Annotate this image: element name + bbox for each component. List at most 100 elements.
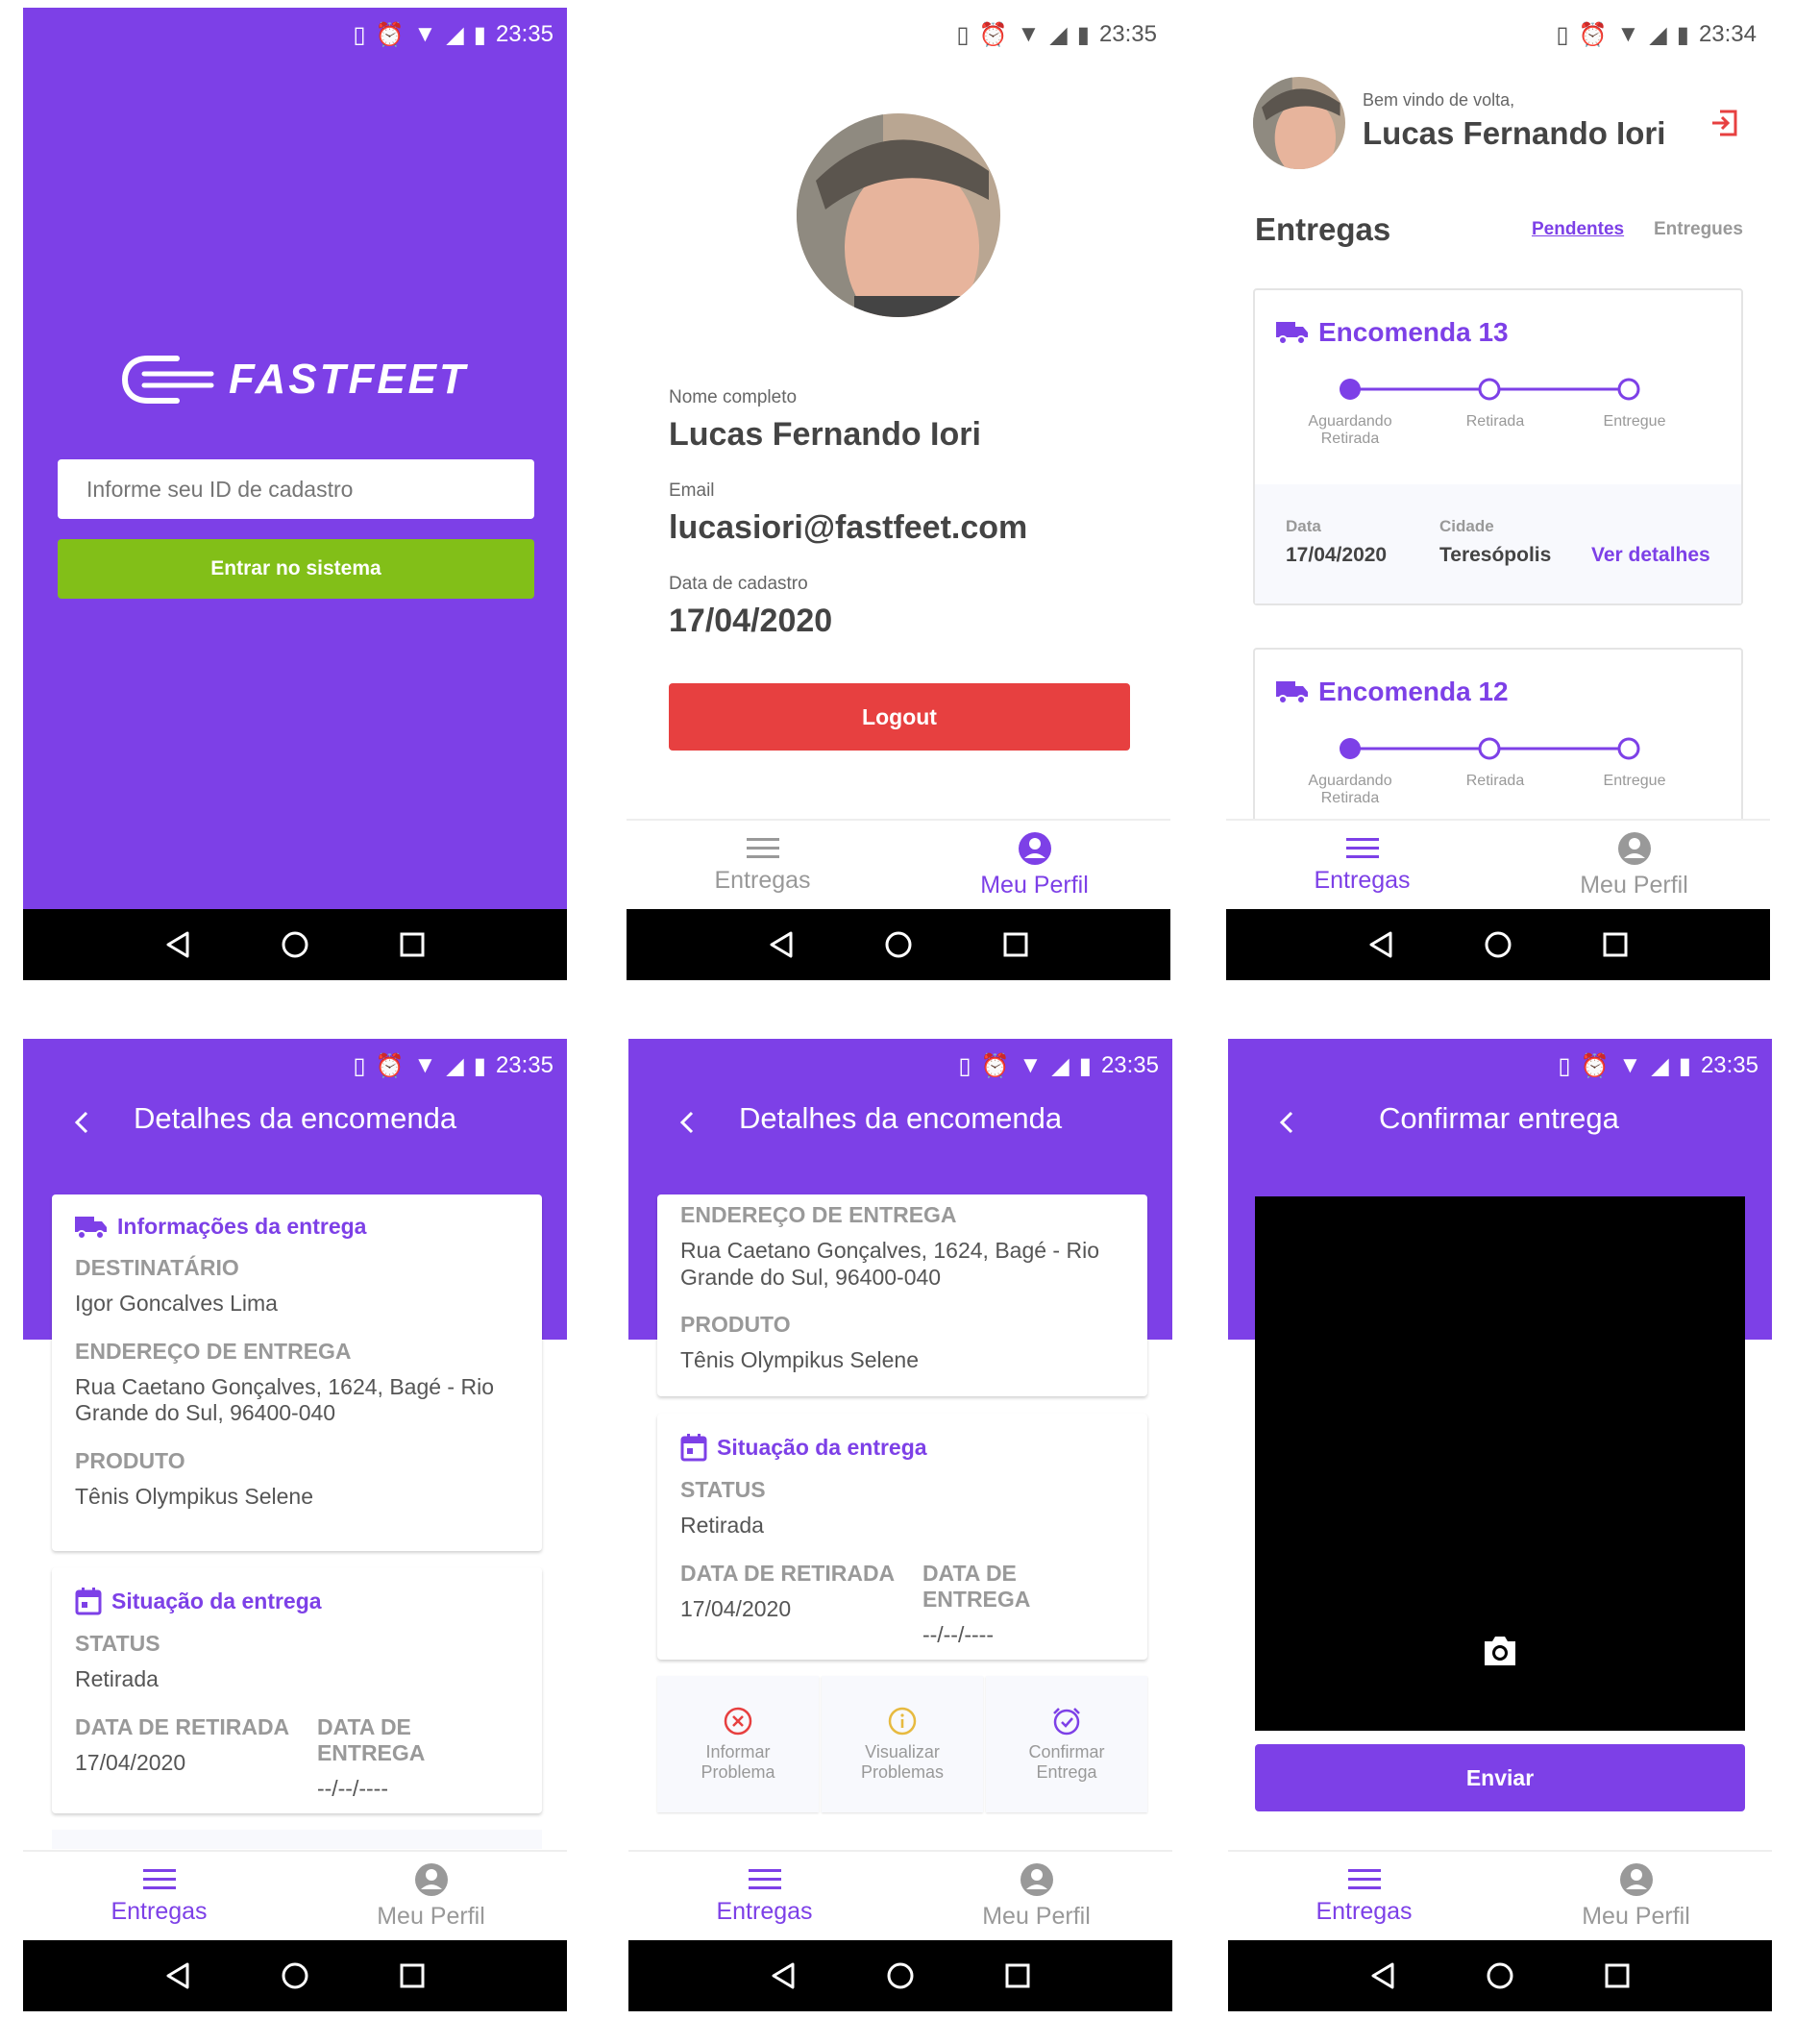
tab-profile[interactable]: Meu Perfil <box>295 1852 567 1940</box>
back-nav-icon[interactable] <box>768 930 795 959</box>
vibrate-icon: ▯ <box>353 1052 366 1079</box>
home-nav-icon[interactable] <box>281 1961 309 1990</box>
step-label-waiting: Aguardando Retirada <box>1308 413 1392 447</box>
product-value: Tênis Olympikus Selene <box>680 1347 919 1373</box>
view-problems-button[interactable]: Visualizar Problemas <box>822 1676 983 1812</box>
exit-icon[interactable] <box>1709 108 1739 138</box>
camera-icon[interactable] <box>1481 1634 1519 1668</box>
pickup-label: DATA DE RETIRADA <box>75 1713 290 1739</box>
filter-delivered[interactable]: Entregues <box>1654 219 1743 240</box>
tab-profile-label: Meu Perfil <box>1580 871 1688 899</box>
pickup-col: DATA DE RETIRADA 17/04/2020 <box>680 1539 922 1649</box>
view-line-1: Visualizar <box>865 1742 940 1761</box>
status-bar: ▯ ⏰ ▼ ◢ ▮ 23:34 <box>1226 8 1770 62</box>
system-nav-bar <box>1228 1940 1772 2011</box>
recents-nav-icon[interactable] <box>399 1962 426 1989</box>
profile-date: 17/04/2020 <box>669 603 833 639</box>
vibrate-icon: ▯ <box>1558 1052 1571 1079</box>
recents-nav-icon[interactable] <box>1004 1962 1031 1989</box>
recents-nav-icon[interactable] <box>399 931 426 958</box>
close-circle-icon <box>724 1707 752 1736</box>
tab-deliveries[interactable]: Entregas <box>628 1852 900 1940</box>
alarm-icon: ⏰ <box>375 21 405 48</box>
product-label: PRODUTO <box>75 1447 185 1473</box>
id-input[interactable] <box>58 459 534 519</box>
tab-deliveries[interactable]: Entregas <box>1226 821 1498 909</box>
vibrate-icon: ▯ <box>956 21 970 48</box>
tab-deliveries-label: Entregas <box>1314 866 1411 894</box>
tab-profile[interactable]: Meu Perfil <box>900 1852 1172 1940</box>
system-nav-bar <box>23 909 567 980</box>
calendar-icon <box>680 1434 707 1462</box>
welcome-text: Bem vindo de volta, <box>1363 90 1515 110</box>
view-details-link[interactable]: Ver detalhes <box>1591 544 1710 567</box>
menu-icon <box>142 1868 176 1889</box>
home-nav-icon[interactable] <box>886 1961 915 1990</box>
tab-deliveries[interactable]: Entregas <box>23 1852 295 1940</box>
address-line-1: Rua Caetano Gonçalves, 1624, Bagé - Rio <box>680 1238 1099 1263</box>
login-button[interactable]: Entrar no sistema <box>58 539 534 599</box>
send-button[interactable]: Enviar <box>1255 1744 1745 1811</box>
truck-icon <box>1276 681 1308 704</box>
chevron-left-icon[interactable] <box>71 1109 90 1136</box>
home-nav-icon[interactable] <box>1484 930 1512 959</box>
report-problem-button[interactable]: Informar Problema <box>657 1676 819 1812</box>
report-line-1: Informar <box>705 1742 771 1761</box>
home-nav-icon[interactable] <box>1486 1961 1514 1990</box>
step-dot-delivered <box>1617 378 1640 401</box>
home-nav-icon[interactable] <box>884 930 913 959</box>
card-title-label: Informações da entrega <box>117 1214 367 1239</box>
recents-nav-icon[interactable] <box>1602 931 1629 958</box>
logout-button[interactable]: Logout <box>669 683 1130 751</box>
filter-pending[interactable]: Pendentes <box>1532 219 1624 240</box>
battery-icon: ▮ <box>473 1052 486 1079</box>
status-bar: ▯ ⏰ ▼ ◢ ▮ 23:35 <box>23 1039 567 1093</box>
order-date: 17/04/2020 <box>1286 544 1388 566</box>
chevron-left-icon[interactable] <box>676 1109 696 1136</box>
address-line-2: Grande do Sul, 96400-040 <box>75 1400 336 1426</box>
system-nav-bar <box>1226 909 1770 980</box>
login-screen: ▯ ⏰ ▼ ◢ ▮ 23:35 FASTFEET Entrar no siste… <box>23 8 567 980</box>
back-nav-icon[interactable] <box>164 930 191 959</box>
dates-row: DATA DE RETIRADA 17/04/2020 DATA DE ENTR… <box>75 1693 519 1803</box>
tab-bar: Entregas Meu Perfil <box>1226 819 1770 909</box>
delivery-info-card: ENDEREÇO DE ENTREGA Rua Caetano Gonçalve… <box>657 1194 1147 1396</box>
back-nav-icon[interactable] <box>1369 1961 1396 1990</box>
status-time: 23:35 <box>495 21 553 47</box>
product-value: Tênis Olympikus Selene <box>75 1483 313 1509</box>
alarm-icon: ⏰ <box>980 1052 1010 1079</box>
dates-row: DATA DE RETIRADA 17/04/2020 DATA DE ENTR… <box>680 1539 1124 1649</box>
tab-profile-label: Meu Perfil <box>1582 1902 1690 1930</box>
back-nav-icon[interactable] <box>164 1961 191 1990</box>
wifi-icon: ▼ <box>413 1052 437 1078</box>
tab-profile[interactable]: Meu Perfil <box>898 821 1170 909</box>
tab-profile[interactable]: Meu Perfil <box>1500 1852 1772 1940</box>
recents-nav-icon[interactable] <box>1604 1962 1631 1989</box>
step-dot-picked <box>1478 737 1501 760</box>
back-nav-icon[interactable] <box>770 1961 797 1990</box>
progress-track <box>1340 737 1640 760</box>
battery-icon: ▮ <box>1076 21 1090 48</box>
fastfeet-logo: FASTFEET <box>119 349 468 410</box>
chevron-left-icon[interactable] <box>1276 1109 1295 1136</box>
recents-nav-icon[interactable] <box>1002 931 1029 958</box>
system-nav-bar <box>628 1940 1172 2011</box>
confirm-delivery-button[interactable]: Confirmar Entrega <box>986 1676 1147 1812</box>
menu-icon <box>1347 1868 1381 1889</box>
step-label-picked: Retirada <box>1465 413 1525 430</box>
order-card: Encomenda 13 Aguardando Retirada Retirad… <box>1253 288 1743 605</box>
home-nav-icon[interactable] <box>281 930 309 959</box>
tab-profile[interactable]: Meu Perfil <box>1498 821 1770 909</box>
tab-deliveries[interactable]: Entregas <box>1228 1852 1500 1940</box>
tab-profile-label: Meu Perfil <box>982 1902 1091 1930</box>
wifi-icon: ▼ <box>1616 21 1640 47</box>
back-nav-icon[interactable] <box>1367 930 1394 959</box>
tab-deliveries[interactable]: Entregas <box>627 821 898 909</box>
profile-name: Lucas Fernando Iori <box>669 416 981 453</box>
status-value: Retirada <box>75 1666 159 1691</box>
vibrate-icon: ▯ <box>958 1052 971 1079</box>
page-title: Detalhes da encomenda <box>739 1101 1063 1135</box>
login-button-label: Entrar no sistema <box>210 557 381 579</box>
view-line-2: Problemas <box>860 1762 945 1782</box>
pickup-label: DATA DE RETIRADA <box>680 1560 896 1586</box>
